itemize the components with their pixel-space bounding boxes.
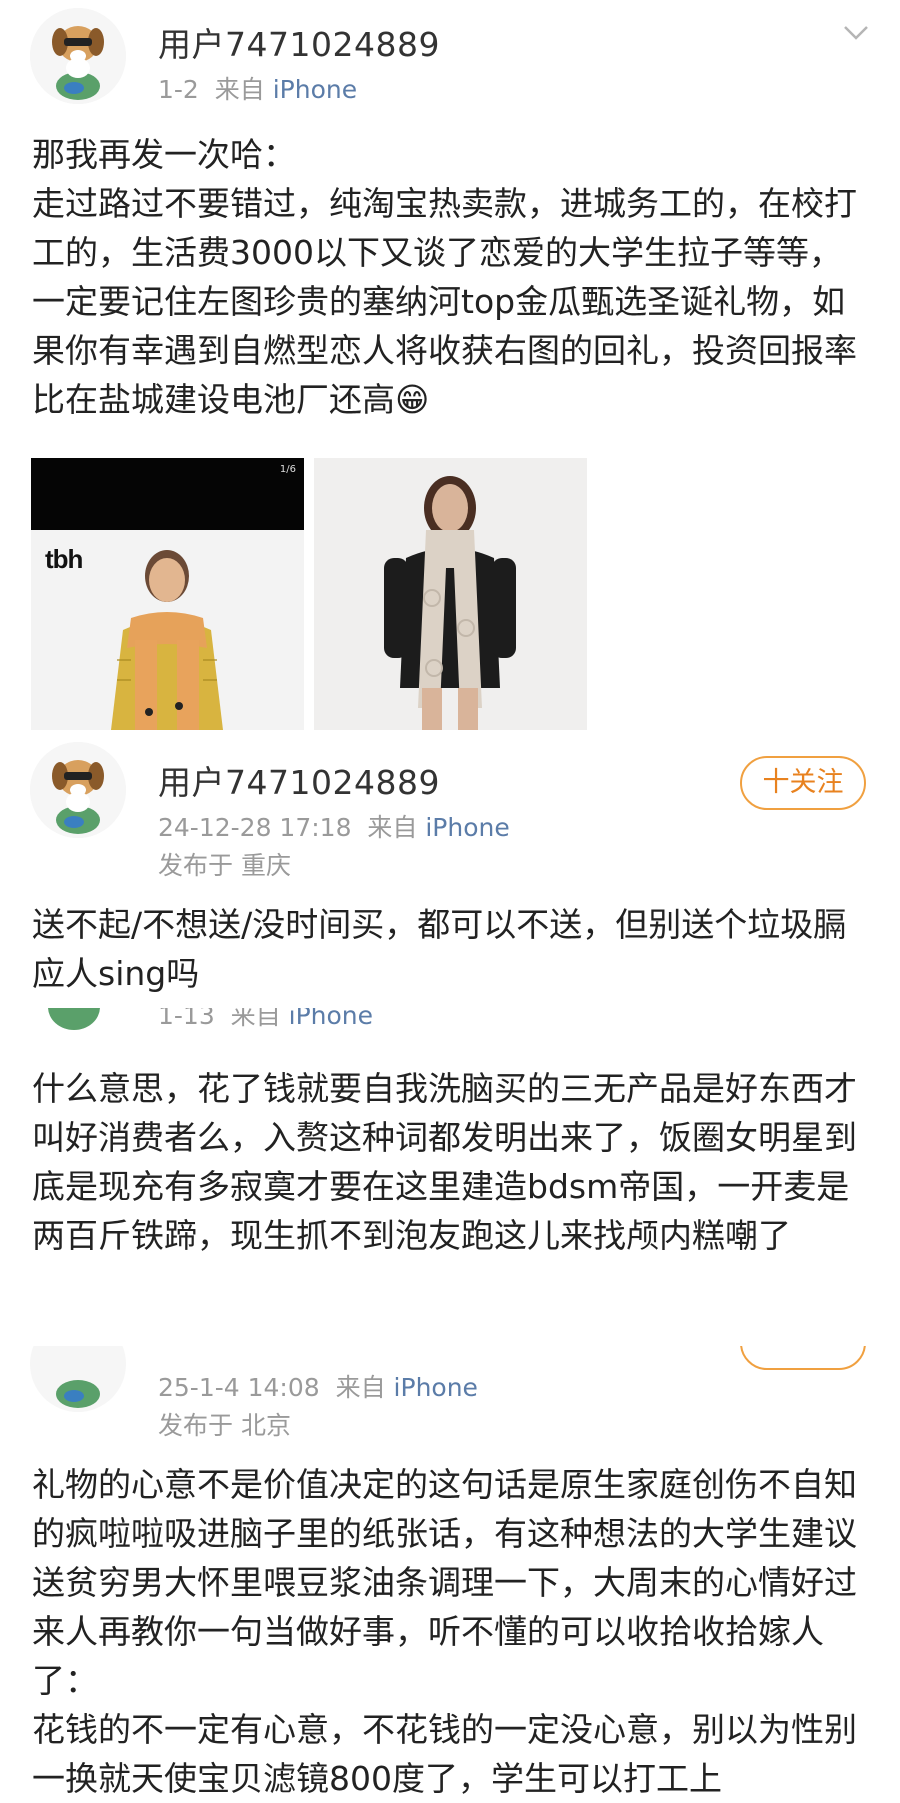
post-date: 1-2 [158, 75, 199, 104]
post-image-right[interactable] [314, 458, 587, 730]
post-text: 送不起/不想送/没时间买，都可以不送，但别送个垃圾膈应人sing吗 [32, 905, 847, 993]
model-yellow-scarf-image [111, 550, 223, 730]
chevron-down-icon[interactable] [842, 18, 870, 46]
post-source[interactable]: iPhone [425, 813, 509, 842]
username[interactable]: 用户7471024889 [158, 756, 440, 804]
follow-button[interactable] [740, 1346, 866, 1370]
avatar-dog-icon [30, 8, 126, 104]
post-source[interactable]: iPhone [394, 1373, 478, 1402]
post-meta: 24-12-28 17:18 来自 iPhone [158, 808, 510, 844]
from-prefix: 来自 [230, 1008, 281, 1030]
post-source[interactable]: iPhone [273, 75, 357, 104]
post-source[interactable]: iPhone [289, 1008, 373, 1030]
avatar[interactable] [30, 8, 126, 104]
image-counter: 1/6 [279, 464, 296, 475]
username[interactable]: 用户7471024889 [158, 18, 440, 66]
post-text: 那我再发一次哈： 走过路过不要错过，纯淘宝热卖款，进城务工的，在校打工的，生活费… [32, 135, 857, 419]
post-date: 1-13 [158, 1008, 215, 1030]
post-date: 25-1-4 14:08 [158, 1373, 320, 1402]
from-prefix: 来自 [214, 75, 265, 104]
avatar[interactable] [30, 742, 126, 838]
follow-button[interactable]: 十关注 [740, 756, 866, 810]
from-prefix: 来自 [367, 813, 418, 842]
avatar-dog-icon [30, 742, 126, 838]
from-prefix: 来自 [335, 1373, 386, 1402]
avatar-dog-icon [56, 1380, 100, 1408]
post-date: 24-12-28 17:18 [158, 813, 352, 842]
model-black-dress-image [384, 476, 516, 730]
post-text: 什么意思，花了钱就要自我洗脑买的三无产品是好东西才叫好消费者么，入赘这种词都发明… [32, 1069, 857, 1255]
post-header-cropped: 1-13 来自 iPhone [0, 1008, 900, 1036]
post-text: 礼物的心意不是价值决定的这句话是原生家庭创伤不自知的疯啦啦吸进脑子里的纸张话，有… [32, 1465, 857, 1798]
post-meta: 1-2 来自 iPhone [158, 70, 357, 106]
post-location: 发布于 重庆 [158, 851, 291, 880]
post-image-left[interactable]: 1/6 tbh [31, 458, 304, 730]
post-location: 发布于 北京 [158, 1411, 291, 1440]
post-meta: 25-1-4 14:08 来自 iPhone [158, 1368, 478, 1404]
